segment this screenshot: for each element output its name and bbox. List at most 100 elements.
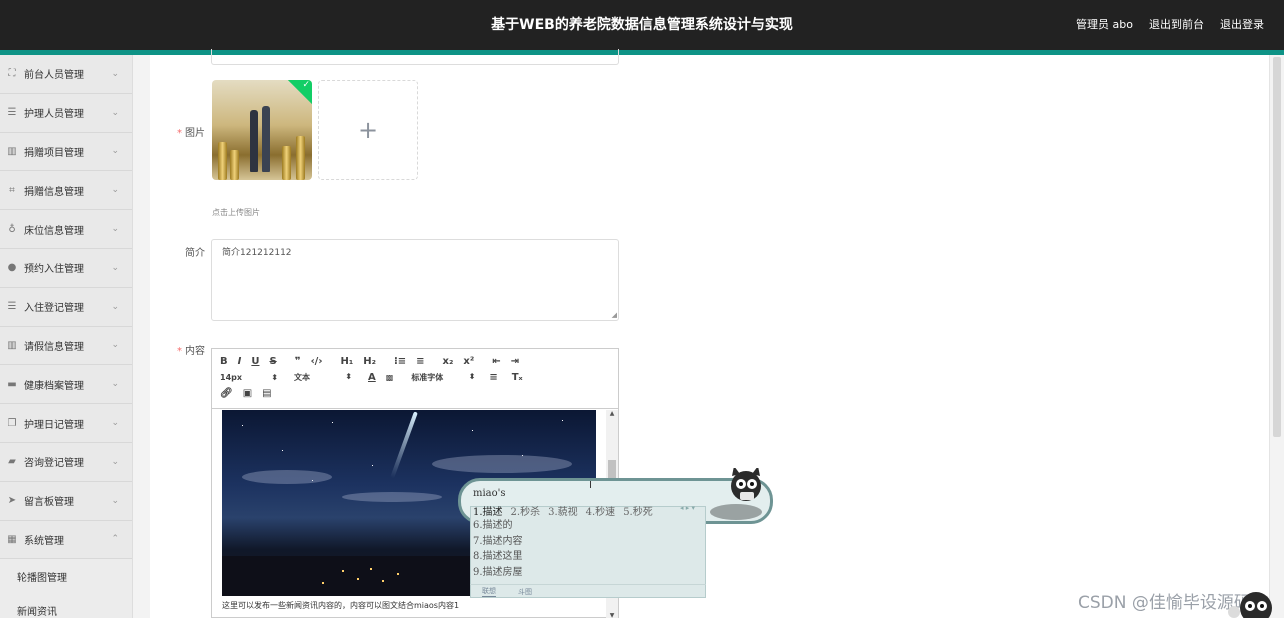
ime-candidate[interactable]: 3.藐视 bbox=[548, 503, 578, 518]
uploaded-image-thumbnail[interactable]: ✓ bbox=[212, 80, 312, 180]
folder-icon: ▰ bbox=[8, 456, 16, 468]
watermark: CSDN @佳愉毕设源码 bbox=[1078, 593, 1251, 613]
ime-candidate[interactable]: 4.秒速 bbox=[586, 503, 616, 518]
sidebar-item-reservation[interactable]: ● 预约入住管理 ⌄ bbox=[0, 249, 132, 288]
sidebar-item-checkin[interactable]: ☰ 入住登记管理 ⌄ bbox=[0, 288, 132, 327]
sidebar-item-consult[interactable]: ▰ 咨询登记管理 ⌄ bbox=[0, 443, 132, 482]
ordered-list-icon[interactable]: ⁝≡ bbox=[394, 356, 406, 367]
bullet-list-icon[interactable]: ≡ bbox=[416, 356, 424, 367]
sidebar-item-front-staff[interactable]: ⛶ 前台人员管理 ⌄ bbox=[0, 55, 132, 94]
text-cursor-icon: I bbox=[589, 480, 592, 491]
font-color-icon[interactable]: A bbox=[368, 372, 376, 383]
microphone-icon: ♁ bbox=[8, 223, 16, 235]
subscript-button[interactable]: x₂ bbox=[443, 356, 454, 367]
ime-input-text: miao's bbox=[473, 488, 506, 499]
font-family-select[interactable]: 标准字体 ⬍ bbox=[411, 372, 475, 383]
ime-tab-association[interactable]: 联想 bbox=[482, 586, 496, 597]
chevron-down-icon: ⌄ bbox=[111, 107, 119, 118]
chevron-down-icon: ⌄ bbox=[111, 68, 119, 79]
text-type-select[interactable]: 文本 ⬍ bbox=[294, 372, 352, 383]
ime-candidate[interactable]: 9.描述房屋 bbox=[473, 565, 523, 581]
h1-button[interactable]: H₁ bbox=[340, 356, 353, 367]
copy-icon: ❐ bbox=[7, 417, 17, 429]
image-label: * 图片 bbox=[177, 128, 205, 139]
logout-link[interactable]: 退出登录 bbox=[1220, 16, 1264, 32]
quote-button[interactable]: ❞ bbox=[295, 356, 301, 367]
title-input[interactable] bbox=[211, 49, 619, 65]
bar-chart-icon: ▥ bbox=[7, 145, 17, 157]
sidebar-item-bed-info[interactable]: ♁ 床位信息管理 ⌄ bbox=[0, 210, 132, 249]
indent-icon[interactable]: ⇥ bbox=[511, 356, 519, 367]
grid-icon: ▦ bbox=[7, 533, 17, 545]
resize-handle-icon[interactable]: ◢ bbox=[612, 311, 617, 319]
ime-candidate[interactable]: 8.描述这里 bbox=[473, 549, 523, 565]
ime-tab-stickers[interactable]: 斗图 bbox=[518, 587, 532, 597]
ime-tabs: 联想 斗图 bbox=[470, 584, 706, 598]
underline-button[interactable]: U bbox=[251, 356, 259, 367]
intro-textarea[interactable]: 简介121212112 ◢ bbox=[211, 239, 619, 321]
chevron-down-icon: ⌄ bbox=[111, 379, 119, 390]
ime-candidate-row: 1.描述 2.秒杀 3.藐视 4.秒速 5.秒死 bbox=[473, 503, 653, 518]
sidebar-item-donation-info[interactable]: ⌗ 捐赠信息管理 ⌄ bbox=[0, 171, 132, 211]
superscript-button[interactable]: x² bbox=[463, 356, 474, 367]
ime-candidate[interactable]: 6.描述的 bbox=[473, 518, 523, 534]
sidebar-item-system[interactable]: ▦ 系统管理 ⌃ bbox=[0, 521, 132, 560]
sidebar-item-health-record[interactable]: ▬ 健康档案管理 ⌄ bbox=[0, 365, 132, 405]
user-icon: ● bbox=[7, 262, 17, 274]
ime-candidate[interactable]: 7.描述内容 bbox=[473, 534, 523, 550]
h2-button[interactable]: H₂ bbox=[363, 356, 376, 367]
crop-icon: ⌗ bbox=[9, 184, 15, 196]
sidebar-subitem-carousel[interactable]: 轮播图管理 bbox=[0, 559, 132, 594]
cat-mascot-icon bbox=[1228, 592, 1272, 618]
editor-text-content[interactable]: 这里可以发布一些新闻资讯内容的，内容可以图文结合miaos内容1 bbox=[222, 600, 459, 611]
image-icon[interactable]: ▣ bbox=[243, 388, 252, 399]
code-button[interactable]: ‹/› bbox=[311, 356, 323, 367]
chat-icon: ▬ bbox=[7, 378, 17, 390]
strike-button[interactable]: S bbox=[269, 356, 276, 367]
sidebar-item-nursing-diary[interactable]: ❐ 护理日记管理 ⌄ bbox=[0, 404, 132, 443]
send-icon: ➤ bbox=[7, 495, 17, 507]
scroll-up-icon[interactable]: ▲ bbox=[606, 410, 618, 417]
chevron-down-icon: ⌄ bbox=[111, 146, 119, 157]
link-icon[interactable]: 🔗︎ bbox=[220, 388, 233, 399]
content-label: * 内容 bbox=[177, 346, 205, 357]
scroll-down-icon[interactable]: ▼ bbox=[606, 612, 618, 618]
outdent-icon[interactable]: ⇤ bbox=[492, 356, 500, 367]
sidebar-item-nursing-staff[interactable]: ☰ 护理人员管理 ⌄ bbox=[0, 94, 132, 133]
back-to-front-link[interactable]: 退出到前台 bbox=[1149, 16, 1204, 32]
align-icon[interactable]: ≡ bbox=[489, 372, 497, 383]
chevron-down-icon: ⌄ bbox=[111, 185, 119, 196]
ime-candidate-window: miao's 1.描述 2.秒杀 3.藐视 4.秒速 5.秒死 ◂ ▸ ▾ 6.… bbox=[458, 468, 775, 598]
current-user[interactable]: 管理员 abo bbox=[1076, 16, 1133, 32]
font-size-select[interactable]: 14px ⬍ bbox=[220, 373, 278, 382]
add-image-button[interactable]: + bbox=[318, 80, 418, 180]
page-scrollbar[interactable] bbox=[1269, 55, 1284, 618]
sidebar-item-leave[interactable]: ▥ 请假信息管理 ⌄ bbox=[0, 327, 132, 366]
background-color-icon[interactable]: ▩ bbox=[386, 373, 394, 382]
chevron-down-icon: ⌄ bbox=[111, 224, 119, 235]
bold-button[interactable]: B bbox=[220, 356, 228, 367]
editor-toolbar: B I U S ❞ ‹/› H₁ H₂ ⁝≡ ≡ x₂ x² ⇤ ⇥ 14px ⬍… bbox=[212, 349, 618, 409]
ime-candidate[interactable]: 2.秒杀 bbox=[511, 503, 541, 518]
expand-icon: ⛶ bbox=[8, 68, 16, 80]
list-icon: ☰ bbox=[7, 301, 17, 313]
upload-hint: 点击上传图片 bbox=[212, 208, 260, 217]
italic-button[interactable]: I bbox=[238, 356, 242, 367]
ime-page-arrows-icon[interactable]: ◂ ▸ ▾ bbox=[680, 504, 695, 512]
ime-more-candidates: 6.描述的 7.描述内容 8.描述这里 9.描述房屋 bbox=[473, 518, 523, 580]
chevron-up-icon: ⌃ bbox=[111, 534, 119, 545]
bar-chart-icon: ▥ bbox=[7, 339, 17, 351]
sidebar-item-donation-project[interactable]: ▥ 捐赠项目管理 ⌄ bbox=[0, 133, 132, 172]
ime-candidate[interactable]: 5.秒死 bbox=[623, 503, 653, 518]
chevron-down-icon: ⌄ bbox=[111, 262, 119, 273]
list-icon: ☰ bbox=[7, 107, 17, 119]
chevron-down-icon: ⌄ bbox=[111, 495, 119, 506]
chevron-down-icon: ⌄ bbox=[111, 418, 119, 429]
ime-candidate[interactable]: 1.描述 bbox=[473, 503, 503, 518]
video-icon[interactable]: ▤ bbox=[262, 388, 271, 399]
header-links: 管理员 abo 退出到前台 退出登录 bbox=[1076, 16, 1264, 32]
sidebar-subitem-news[interactable]: 新闻资讯 bbox=[0, 593, 132, 618]
clear-format-icon[interactable]: Tₓ bbox=[512, 372, 523, 383]
sidebar-item-message-board[interactable]: ➤ 留言板管理 ⌄ bbox=[0, 482, 132, 521]
cat-mascot-icon bbox=[710, 468, 762, 520]
